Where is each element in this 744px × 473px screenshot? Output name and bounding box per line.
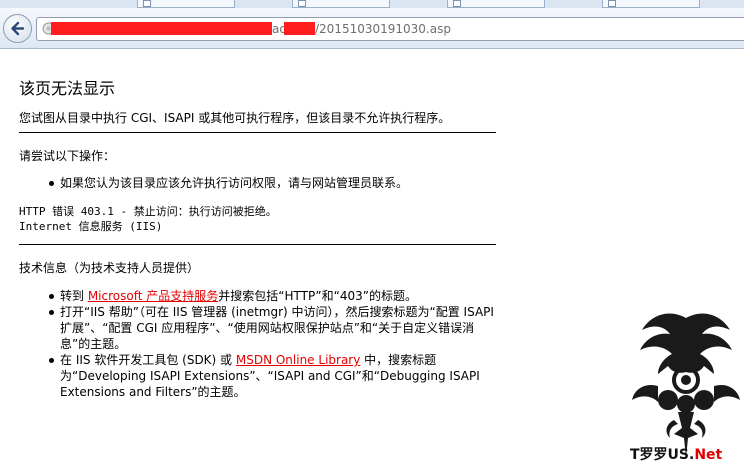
redacted-domain bbox=[51, 22, 272, 35]
tab-strip bbox=[0, 0, 744, 8]
list-item-text: 转到 bbox=[60, 289, 88, 303]
page-icon bbox=[298, 0, 306, 7]
browser-tab[interactable] bbox=[602, 0, 700, 8]
watermark-brand: T罗罗US. bbox=[630, 447, 695, 463]
browser-tab[interactable] bbox=[137, 0, 235, 8]
browser-tab[interactable] bbox=[292, 0, 390, 8]
url-file: /20151030191030.asp bbox=[315, 22, 451, 36]
page-icon bbox=[143, 0, 151, 7]
tech-heading: 技术信息（为技术支持人员提供） bbox=[19, 261, 200, 275]
list-item: 如果您认为该目录应该允许执行访问权限，请与网站管理员联系。 bbox=[47, 175, 487, 191]
http-error-line: HTTP 错误 403.1 - 禁止访问：执行访问被拒绝。 bbox=[19, 205, 277, 218]
list-item-text: 并搜索包括“HTTP”和“403”的标题。 bbox=[218, 289, 417, 303]
browser-tab[interactable] bbox=[447, 0, 545, 8]
redacted-folder bbox=[284, 22, 315, 35]
page-icon bbox=[608, 0, 616, 7]
microsoft-support-link[interactable]: Microsoft 产品支持服务 bbox=[88, 289, 218, 303]
try-list: 如果您认为该目录应该允许执行访问权限，请与网站管理员联系。 bbox=[47, 175, 487, 191]
back-arrow-icon bbox=[11, 21, 25, 36]
list-item: 打开“IIS 帮助”（可在 IIS 管理器 (inetmgr) 中访问），然后搜… bbox=[47, 304, 497, 352]
divider bbox=[19, 244, 496, 245]
page-icon bbox=[453, 0, 461, 7]
back-button[interactable] bbox=[3, 14, 32, 43]
navigation-bar: adv/ /20151030191030.asp bbox=[0, 8, 744, 49]
divider bbox=[19, 132, 496, 133]
iis-service-line: Internet 信息服务 (IIS) bbox=[19, 220, 163, 233]
watermark-net: Net bbox=[694, 447, 723, 463]
tech-list: 转到 Microsoft 产品支持服务并搜索包括“HTTP”和“403”的标题。… bbox=[47, 288, 497, 400]
error-description: 您试图从目录中执行 CGI、ISAPI 或其他可执行程序，但该目录不允许执行程序… bbox=[19, 111, 451, 125]
list-item: 在 IIS 软件开发工具包 (SDK) 或 MSDN Online Librar… bbox=[47, 352, 497, 400]
page-title: 该页无法显示 bbox=[19, 79, 116, 98]
address-bar[interactable]: adv/ /20151030191030.asp bbox=[36, 17, 744, 41]
msdn-library-link[interactable]: MSDN Online Library bbox=[236, 353, 360, 367]
error-code-block: HTTP 错误 403.1 - 禁止访问：执行访问被拒绝。 Internet 信… bbox=[19, 204, 277, 234]
list-item: 转到 Microsoft 产品支持服务并搜索包括“HTTP”和“403”的标题。 bbox=[47, 288, 497, 304]
try-heading: 请尝试以下操作： bbox=[19, 149, 116, 163]
watermark-text: T罗罗US.Net bbox=[630, 444, 722, 464]
list-item-text: 在 IIS 软件开发工具包 (SDK) 或 bbox=[60, 353, 236, 367]
